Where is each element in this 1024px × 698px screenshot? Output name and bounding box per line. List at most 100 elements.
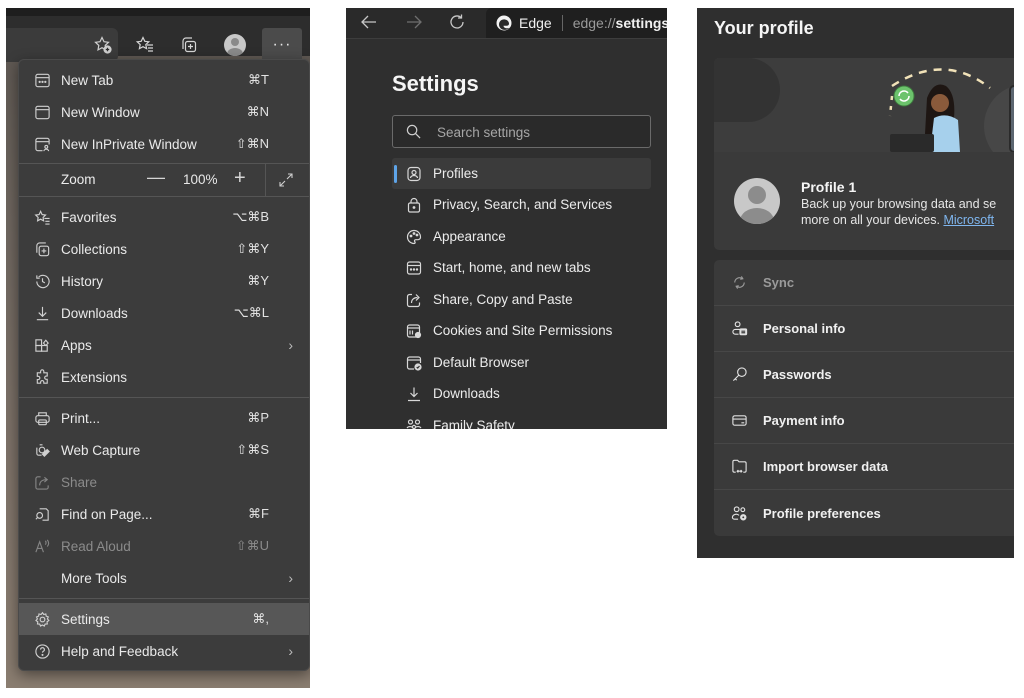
profile-row-passwords[interactable]: Passwords bbox=[714, 352, 1014, 398]
forward-icon[interactable] bbox=[403, 11, 425, 33]
menu-item-downloads[interactable]: Downloads ⌥⌘L bbox=[19, 297, 309, 329]
avatar[interactable] bbox=[734, 178, 780, 224]
search-settings-field[interactable] bbox=[392, 115, 651, 148]
collections-icon[interactable] bbox=[174, 30, 204, 60]
menu-item-find-on-page[interactable]: Find on Page... ⌘F bbox=[19, 498, 309, 530]
add-favorite-icon[interactable] bbox=[88, 30, 118, 60]
address-bar[interactable]: Edge edge://settings bbox=[486, 8, 667, 38]
menu-item-share[interactable]: Share bbox=[19, 466, 309, 498]
share-icon bbox=[405, 291, 423, 309]
settings-panel: Edge edge://settings Settings Profiles P… bbox=[346, 8, 667, 429]
search-input[interactable] bbox=[437, 122, 637, 142]
menu-item-shortcut: ⌘N bbox=[246, 104, 269, 119]
menu-item-shortcut: ⇧⌘S bbox=[236, 442, 269, 457]
share-icon bbox=[33, 473, 51, 491]
menu-item-new-inprivate-window[interactable]: New InPrivate Window ⇧⌘N bbox=[19, 128, 309, 160]
menu-item-print[interactable]: Print... ⌘P bbox=[19, 402, 309, 434]
profile-row-payment-info[interactable]: Payment info bbox=[714, 398, 1014, 444]
active-indicator bbox=[394, 165, 397, 183]
zoom-label: Zoom bbox=[61, 172, 96, 187]
nav-item-appearance[interactable]: Appearance bbox=[392, 221, 651, 252]
menu-item-apps[interactable]: Apps › bbox=[19, 329, 309, 361]
more-icon: ··· bbox=[272, 36, 292, 53]
menu-item-collections[interactable]: Collections ⇧⌘Y bbox=[19, 233, 309, 265]
history-icon bbox=[33, 272, 51, 290]
profile-avatar[interactable] bbox=[220, 30, 250, 60]
help-icon bbox=[33, 642, 51, 660]
menu-item-label: New Tab bbox=[61, 72, 114, 88]
microsoft-account-link[interactable]: Microsoft bbox=[943, 213, 994, 227]
description-text: more on all your devices. bbox=[801, 213, 944, 227]
menu-item-extensions[interactable]: Extensions bbox=[19, 361, 309, 393]
menu-item-history[interactable]: History ⌘Y bbox=[19, 265, 309, 297]
profile-row-label: Passwords bbox=[763, 367, 832, 382]
inprivate-icon bbox=[33, 135, 51, 153]
menu-item-label: Web Capture bbox=[61, 442, 141, 458]
menu-item-label: Apps bbox=[61, 337, 92, 353]
new-window-icon bbox=[33, 103, 51, 121]
lock-icon bbox=[405, 196, 423, 214]
cookies-icon bbox=[405, 322, 423, 340]
profile-row-label: Profile preferences bbox=[763, 505, 881, 521]
menu-item-new-window[interactable]: New Window ⌘N bbox=[19, 96, 309, 128]
menu-item-web-capture[interactable]: Web Capture ⇧⌘S bbox=[19, 434, 309, 466]
profile-row-profile-preferences[interactable]: Profile preferences bbox=[714, 490, 1014, 536]
menu-item-label: More Tools bbox=[61, 570, 127, 586]
zoom-divider bbox=[265, 164, 266, 196]
menu-item-label: Downloads bbox=[61, 305, 128, 321]
menu-item-shortcut: ⌥⌘L bbox=[233, 305, 269, 320]
profile-row-label: Sync bbox=[763, 275, 795, 290]
nav-item-profiles[interactable]: Profiles bbox=[392, 158, 651, 189]
search-icon bbox=[406, 124, 421, 139]
description-line: more on all your devices. Microsoft bbox=[801, 212, 1014, 228]
back-icon[interactable] bbox=[358, 11, 380, 33]
menu-item-more-tools[interactable]: More Tools › bbox=[19, 562, 309, 594]
profile-settings-list: Sync Personal info Passwords Payment inf… bbox=[714, 260, 1014, 536]
menu-separator bbox=[19, 598, 309, 599]
nav-item-share-copy-paste[interactable]: Share, Copy and Paste bbox=[392, 284, 651, 315]
print-icon bbox=[33, 409, 51, 427]
favorites-icon bbox=[33, 208, 51, 226]
zoom-in-button[interactable]: + bbox=[234, 167, 246, 190]
nav-item-cookies[interactable]: Cookies and Site Permissions bbox=[392, 315, 651, 346]
extensions-icon bbox=[33, 368, 51, 386]
web-capture-icon bbox=[33, 441, 51, 459]
nav-item-privacy[interactable]: Privacy, Search, and Services bbox=[392, 189, 651, 220]
nav-item-start-home-new-tabs[interactable]: Start, home, and new tabs bbox=[392, 252, 651, 283]
nav-item-label: Default Browser bbox=[433, 355, 530, 370]
profile-row-sync[interactable]: Sync bbox=[714, 260, 1014, 306]
download-icon bbox=[405, 385, 423, 403]
nav-item-family-safety[interactable]: Family Safety bbox=[392, 410, 651, 429]
browser-toolbar: ··· bbox=[6, 8, 310, 62]
menu-item-help-and-feedback[interactable]: Help and Feedback › bbox=[19, 635, 309, 667]
address-brand: Edge bbox=[519, 15, 552, 31]
menu-item-favorites[interactable]: Favorites ⌥⌘B bbox=[19, 201, 309, 233]
menu-item-new-tab[interactable]: New Tab ⌘T bbox=[19, 64, 309, 96]
edge-menu-panel: ··· New Tab ⌘T New Window ⌘N New InPriva… bbox=[6, 8, 310, 688]
sync-badge-icon bbox=[893, 85, 915, 107]
menu-item-shortcut: ⌘T bbox=[248, 72, 269, 87]
menu-item-read-aloud[interactable]: Read Aloud ⇧⌘U bbox=[19, 530, 309, 562]
profile-row-label: Payment info bbox=[763, 413, 845, 428]
browser-toolbar: Edge edge://settings bbox=[346, 8, 667, 39]
profile-icon bbox=[405, 165, 423, 183]
nav-item-default-browser[interactable]: Default Browser bbox=[392, 347, 651, 378]
favorites-icon[interactable] bbox=[130, 30, 160, 60]
zoom-out-button[interactable]: — bbox=[147, 167, 165, 188]
profile-row-import-browser-data[interactable]: Import browser data bbox=[714, 444, 1014, 490]
gear-icon bbox=[33, 610, 51, 628]
refresh-icon[interactable] bbox=[446, 11, 468, 33]
menu-item-settings[interactable]: Settings ⌘, bbox=[19, 603, 309, 635]
profile-row-personal-info[interactable]: Personal info bbox=[714, 306, 1014, 352]
collections-icon bbox=[33, 240, 51, 258]
credit-card-icon bbox=[730, 412, 748, 430]
address-divider bbox=[561, 15, 563, 31]
nav-item-label: Cookies and Site Permissions bbox=[433, 323, 613, 338]
profile-name: Profile 1 bbox=[801, 179, 857, 195]
menu-item-label: History bbox=[61, 273, 104, 289]
more-button[interactable]: ··· bbox=[262, 28, 302, 62]
fullscreen-icon[interactable] bbox=[277, 171, 295, 189]
menu-item-shortcut: ⌘, bbox=[252, 611, 269, 626]
nav-item-downloads[interactable]: Downloads bbox=[392, 378, 651, 409]
personal-info-icon bbox=[730, 320, 748, 338]
